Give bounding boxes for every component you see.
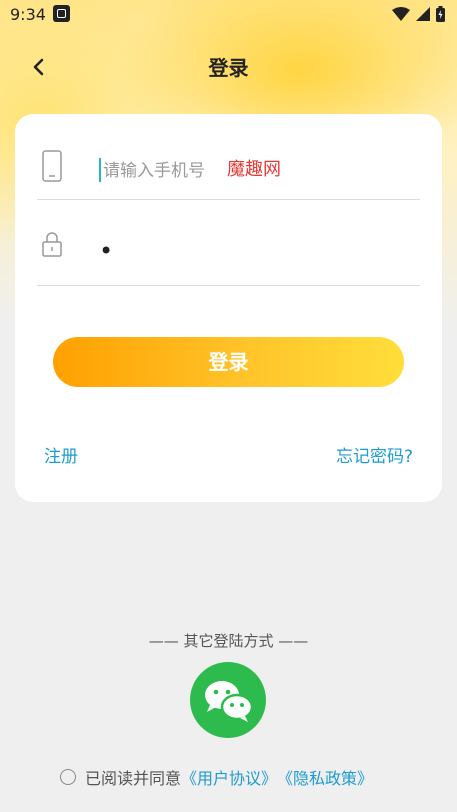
page-title: 登录 bbox=[208, 56, 249, 80]
status-icons bbox=[392, 6, 445, 22]
register-link[interactable]: 注册 bbox=[44, 442, 78, 467]
password-input[interactable]: • bbox=[99, 237, 113, 265]
app-notification-icon bbox=[53, 5, 70, 22]
mobile-phone-icon bbox=[42, 150, 62, 182]
status-time: 9:34 bbox=[10, 5, 46, 24]
wechat-login-button[interactable] bbox=[190, 662, 266, 738]
signal-icon bbox=[416, 7, 430, 21]
wifi-icon bbox=[392, 7, 410, 21]
login-card: 请输入手机号 魔趣网 • 登录 注册 忘记密码? bbox=[15, 114, 442, 502]
user-agreement-link[interactable]: 《用户协议》 bbox=[181, 765, 277, 789]
watermark-label: 魔趣网 bbox=[227, 159, 281, 180]
agree-checkbox[interactable] bbox=[60, 769, 76, 785]
header: 登录 bbox=[0, 44, 457, 90]
password-field[interactable]: • bbox=[37, 215, 420, 286]
privacy-policy-link[interactable]: 《隐私政策》 bbox=[277, 765, 373, 789]
text-cursor bbox=[99, 158, 101, 182]
phone-field[interactable]: 请输入手机号 魔趣网 bbox=[37, 126, 420, 200]
wechat-icon bbox=[205, 681, 254, 722]
agreement-text: 已阅读并同意 bbox=[85, 769, 182, 788]
login-button[interactable]: 登录 bbox=[53, 337, 404, 387]
phone-input-placeholder[interactable]: 请输入手机号 bbox=[103, 156, 205, 181]
battery-icon bbox=[436, 6, 445, 22]
agreement-row: 已阅读并同意 《用户协议》 《隐私政策》 bbox=[60, 765, 373, 789]
forgot-password-link[interactable]: 忘记密码? bbox=[336, 442, 413, 467]
status-bar: 9:34 bbox=[0, 0, 457, 30]
lock-icon bbox=[42, 232, 62, 257]
other-login-divider: —— 其它登陆方式 —— bbox=[148, 632, 309, 650]
